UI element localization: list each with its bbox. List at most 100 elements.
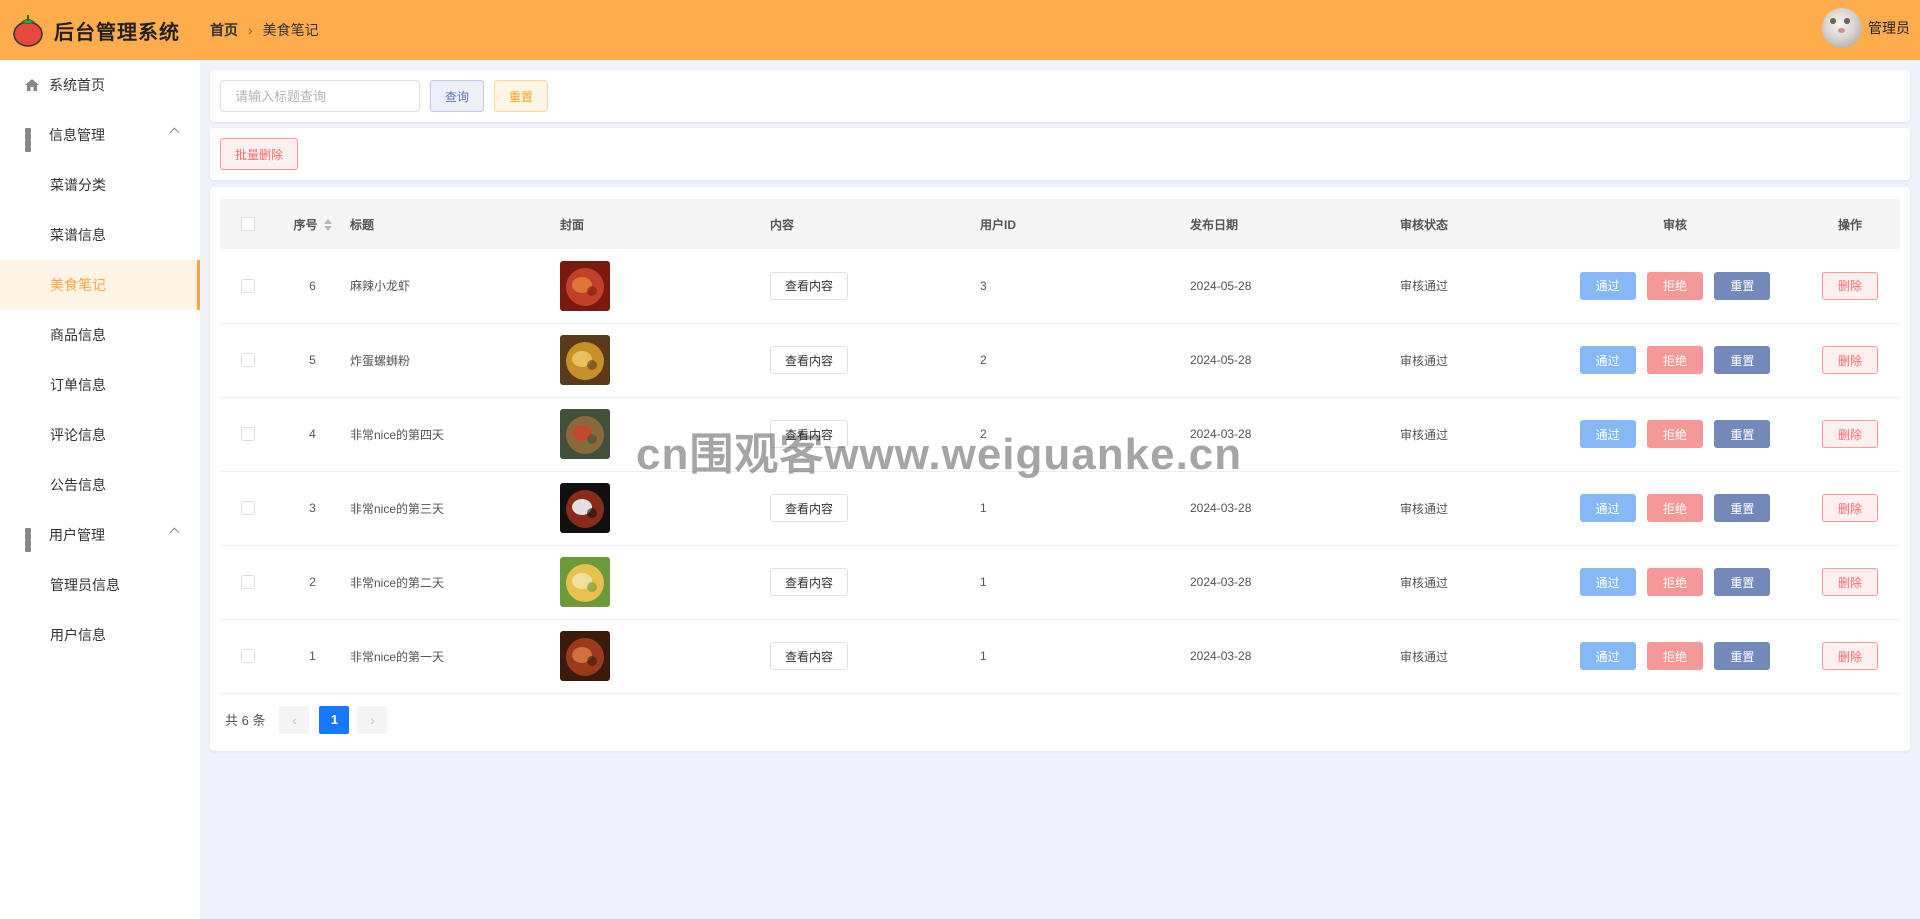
cell-date: 2024-03-28: [1190, 619, 1400, 694]
reject-button[interactable]: 拒绝: [1647, 420, 1703, 448]
sidebar-item-recipe-info[interactable]: 菜谱信息: [0, 210, 200, 260]
sort-icon[interactable]: [323, 219, 332, 232]
pagination-total: 共 6 条: [225, 713, 266, 728]
search-input[interactable]: [220, 80, 420, 112]
view-content-button[interactable]: 查看内容: [770, 642, 849, 670]
user-menu[interactable]: 管理员: [1822, 8, 1910, 48]
reset-audit-button[interactable]: 重置: [1714, 346, 1771, 374]
row-checkbox[interactable]: [240, 353, 255, 368]
cover-image[interactable]: [560, 260, 610, 311]
sidebar-item-user-info[interactable]: 用户信息: [0, 610, 200, 660]
cover-image[interactable]: [560, 483, 610, 533]
sidebar-group-user-management[interactable]: 用户管理: [0, 510, 200, 560]
row-checkbox[interactable]: [240, 427, 255, 442]
reset-audit-button[interactable]: 重置: [1714, 642, 1771, 670]
sidebar-item-comment-info[interactable]: 评论信息: [0, 410, 200, 460]
approve-button[interactable]: 通过: [1579, 271, 1636, 300]
row-checkbox[interactable]: [240, 501, 255, 516]
reject-button[interactable]: 拒绝: [1647, 568, 1703, 596]
sidebar-item-label: 订单信息: [50, 377, 106, 393]
table-row[interactable]: 3 非常nice的第三天 查看内容 1 2024-03-28 审核通过 通过 拒…: [220, 471, 1900, 546]
cell-status: 审核通过: [1400, 249, 1550, 324]
reset-button[interactable]: 重置: [494, 80, 549, 112]
cover-image[interactable]: [560, 631, 610, 681]
cell-id: 1: [275, 619, 350, 694]
sidebar-item-label: 信息管理: [49, 127, 105, 143]
reject-button[interactable]: 拒绝: [1647, 494, 1703, 522]
row-checkbox[interactable]: [240, 279, 255, 294]
column-header-id[interactable]: 序号: [275, 199, 350, 249]
breadcrumb-current: 美食笔记: [262, 22, 319, 38]
reset-audit-button[interactable]: 重置: [1714, 420, 1771, 448]
cover-image[interactable]: [560, 557, 610, 607]
cell-user-id: 3: [980, 249, 1190, 324]
query-button[interactable]: 查询: [430, 80, 485, 112]
reject-button[interactable]: 拒绝: [1647, 271, 1703, 300]
row-checkbox[interactable]: [240, 649, 255, 664]
pagination-page-1[interactable]: 1: [319, 705, 350, 734]
table-header-row: 序号 标题 封面 内容 用户ID 发布日期 审核状态 审核 操作: [220, 199, 1900, 249]
delete-button[interactable]: 删除: [1822, 271, 1878, 300]
breadcrumb: 首页 › 美食笔记: [210, 20, 319, 40]
sidebar-group-info-management[interactable]: 信息管理: [0, 110, 200, 160]
sidebar-item-label: 商品信息: [50, 327, 106, 343]
cell-id: 3: [275, 471, 350, 546]
cover-image[interactable]: [560, 409, 610, 459]
chevron-left-icon[interactable]: ‹: [279, 705, 310, 734]
select-all-checkbox[interactable]: [240, 217, 255, 232]
delete-button[interactable]: 删除: [1822, 568, 1878, 596]
tomato-logo-icon: [12, 13, 44, 47]
sidebar: 系统首页 信息管理 菜谱分类 菜谱信息 美食笔记 商品信息 订单信息 评论信息 …: [0, 60, 200, 919]
sidebar-item-label: 管理员信息: [50, 577, 120, 593]
approve-button[interactable]: 通过: [1579, 642, 1636, 670]
sidebar-item-goods-info[interactable]: 商品信息: [0, 310, 200, 360]
table-row[interactable]: 1 非常nice的第一天 查看内容 1 2024-03-28 审核通过 通过 拒…: [220, 619, 1900, 694]
approve-button[interactable]: 通过: [1579, 346, 1636, 374]
delete-button[interactable]: 删除: [1822, 494, 1878, 522]
breadcrumb-home[interactable]: 首页: [210, 20, 238, 40]
cell-title: 非常nice的第四天: [350, 397, 560, 472]
cell-title: 麻辣小龙虾: [350, 249, 560, 324]
cover-image[interactable]: [560, 335, 610, 385]
approve-button[interactable]: 通过: [1579, 420, 1636, 448]
sidebar-item-home[interactable]: 系统首页: [0, 60, 200, 110]
sidebar-item-order-info[interactable]: 订单信息: [0, 360, 200, 410]
view-content-button[interactable]: 查看内容: [770, 568, 849, 596]
app-logo[interactable]: 后台管理系统: [0, 13, 200, 47]
user-name[interactable]: 管理员: [1868, 18, 1910, 38]
reject-button[interactable]: 拒绝: [1647, 346, 1703, 374]
delete-button[interactable]: 删除: [1822, 420, 1878, 448]
view-content-button[interactable]: 查看内容: [770, 346, 849, 374]
reset-audit-button[interactable]: 重置: [1714, 271, 1771, 300]
row-checkbox[interactable]: [240, 575, 255, 590]
column-header-status: 审核状态: [1400, 217, 1449, 232]
sidebar-item-label: 用户信息: [50, 627, 106, 643]
table-row[interactable]: 5 炸蛋螺蛳粉 查看内容 2 2024-05-28 审核通过 通过 拒绝 重置 …: [220, 323, 1900, 398]
view-content-button[interactable]: 查看内容: [770, 271, 849, 300]
sidebar-item-label: 评论信息: [50, 427, 106, 443]
sidebar-item-recipe-category[interactable]: 菜谱分类: [0, 160, 200, 210]
reset-audit-button[interactable]: 重置: [1714, 568, 1771, 596]
grid-icon: [25, 528, 39, 552]
table-row[interactable]: 2 非常nice的第二天 查看内容 1 2024-03-28 审核通过 通过 拒…: [220, 545, 1900, 620]
approve-button[interactable]: 通过: [1579, 494, 1636, 522]
sidebar-item-admin-info[interactable]: 管理员信息: [0, 560, 200, 610]
home-icon: [25, 78, 39, 92]
chevron-right-icon[interactable]: ›: [357, 705, 388, 734]
cell-title: 非常nice的第一天: [350, 619, 560, 694]
reject-button[interactable]: 拒绝: [1647, 642, 1703, 670]
approve-button[interactable]: 通过: [1579, 568, 1636, 596]
sidebar-item-food-notes[interactable]: 美食笔记: [0, 260, 200, 310]
sidebar-item-label: 系统首页: [49, 77, 105, 93]
table-row[interactable]: 6 麻辣小龙虾 查看内容 3 2024-05-28 审核通过 通过 拒绝 重置 …: [220, 249, 1900, 324]
cell-status: 审核通过: [1400, 619, 1550, 694]
sidebar-item-notice-info[interactable]: 公告信息: [0, 460, 200, 510]
cell-id: 6: [275, 249, 350, 324]
reset-audit-button[interactable]: 重置: [1714, 494, 1771, 522]
delete-button[interactable]: 删除: [1822, 642, 1878, 670]
delete-button[interactable]: 删除: [1822, 346, 1878, 374]
pagination: 共 6 条 ‹ 1 ›: [220, 705, 1900, 734]
avatar[interactable]: [1822, 8, 1862, 48]
batch-delete-button[interactable]: 批量删除: [220, 138, 299, 170]
view-content-button[interactable]: 查看内容: [770, 494, 849, 522]
